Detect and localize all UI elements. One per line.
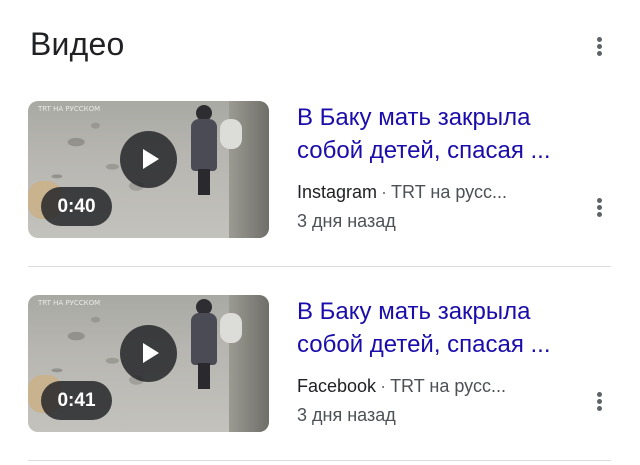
video-title-line: собой детей, спасая ... <box>297 137 551 164</box>
divider <box>28 266 611 267</box>
meta-separator: · <box>380 376 387 396</box>
video-title-line: В Баку мать закрыла <box>297 104 531 131</box>
video-meta: Instagram · TRT на русс... <box>297 182 507 203</box>
play-icon[interactable] <box>120 325 177 382</box>
video-date: 3 дня назад <box>297 211 396 231</box>
video-thumbnail[interactable]: TRT HA РУССКОМ 0:41 <box>28 295 269 432</box>
more-vert-icon[interactable] <box>590 32 610 62</box>
video-source: Instagram <box>297 182 378 202</box>
video-title-link[interactable]: В Баку мать закрыла собой детей, спасая … <box>297 295 607 361</box>
video-meta: Facebook · TRT на русс... <box>297 376 506 397</box>
video-channel: TRT на русс... <box>391 182 507 202</box>
duration-badge: 0:40 <box>41 187 112 226</box>
video-source: Facebook <box>297 376 377 396</box>
video-section-header: Видео <box>0 0 640 90</box>
more-vert-icon[interactable] <box>590 387 610 417</box>
more-vert-icon[interactable] <box>590 193 610 223</box>
play-icon[interactable] <box>120 131 177 188</box>
watermark: TRT HA РУССКОМ <box>38 105 101 113</box>
video-title-line: В Баку мать закрыла <box>297 298 531 325</box>
video-date: 3 дня назад <box>297 405 396 425</box>
video-thumbnail[interactable]: TRT HA РУССКОМ 0:40 <box>28 101 269 238</box>
watermark: TRT HA РУССКОМ <box>38 299 101 307</box>
video-result[interactable]: TRT HA РУССКОМ 0:41 В Баку мать закрыла … <box>0 295 640 465</box>
video-title-link[interactable]: В Баку мать закрыла собой детей, спасая … <box>297 101 607 167</box>
section-title: Видео <box>30 26 125 62</box>
duration-badge: 0:41 <box>41 381 112 420</box>
meta-separator: · <box>381 182 388 202</box>
video-channel: TRT на русс... <box>390 376 506 396</box>
divider <box>28 460 611 461</box>
video-title-line: собой детей, спасая ... <box>297 331 551 358</box>
video-result[interactable]: TRT HA РУССКОМ 0:40 В Баку мать закрыла … <box>0 101 640 271</box>
